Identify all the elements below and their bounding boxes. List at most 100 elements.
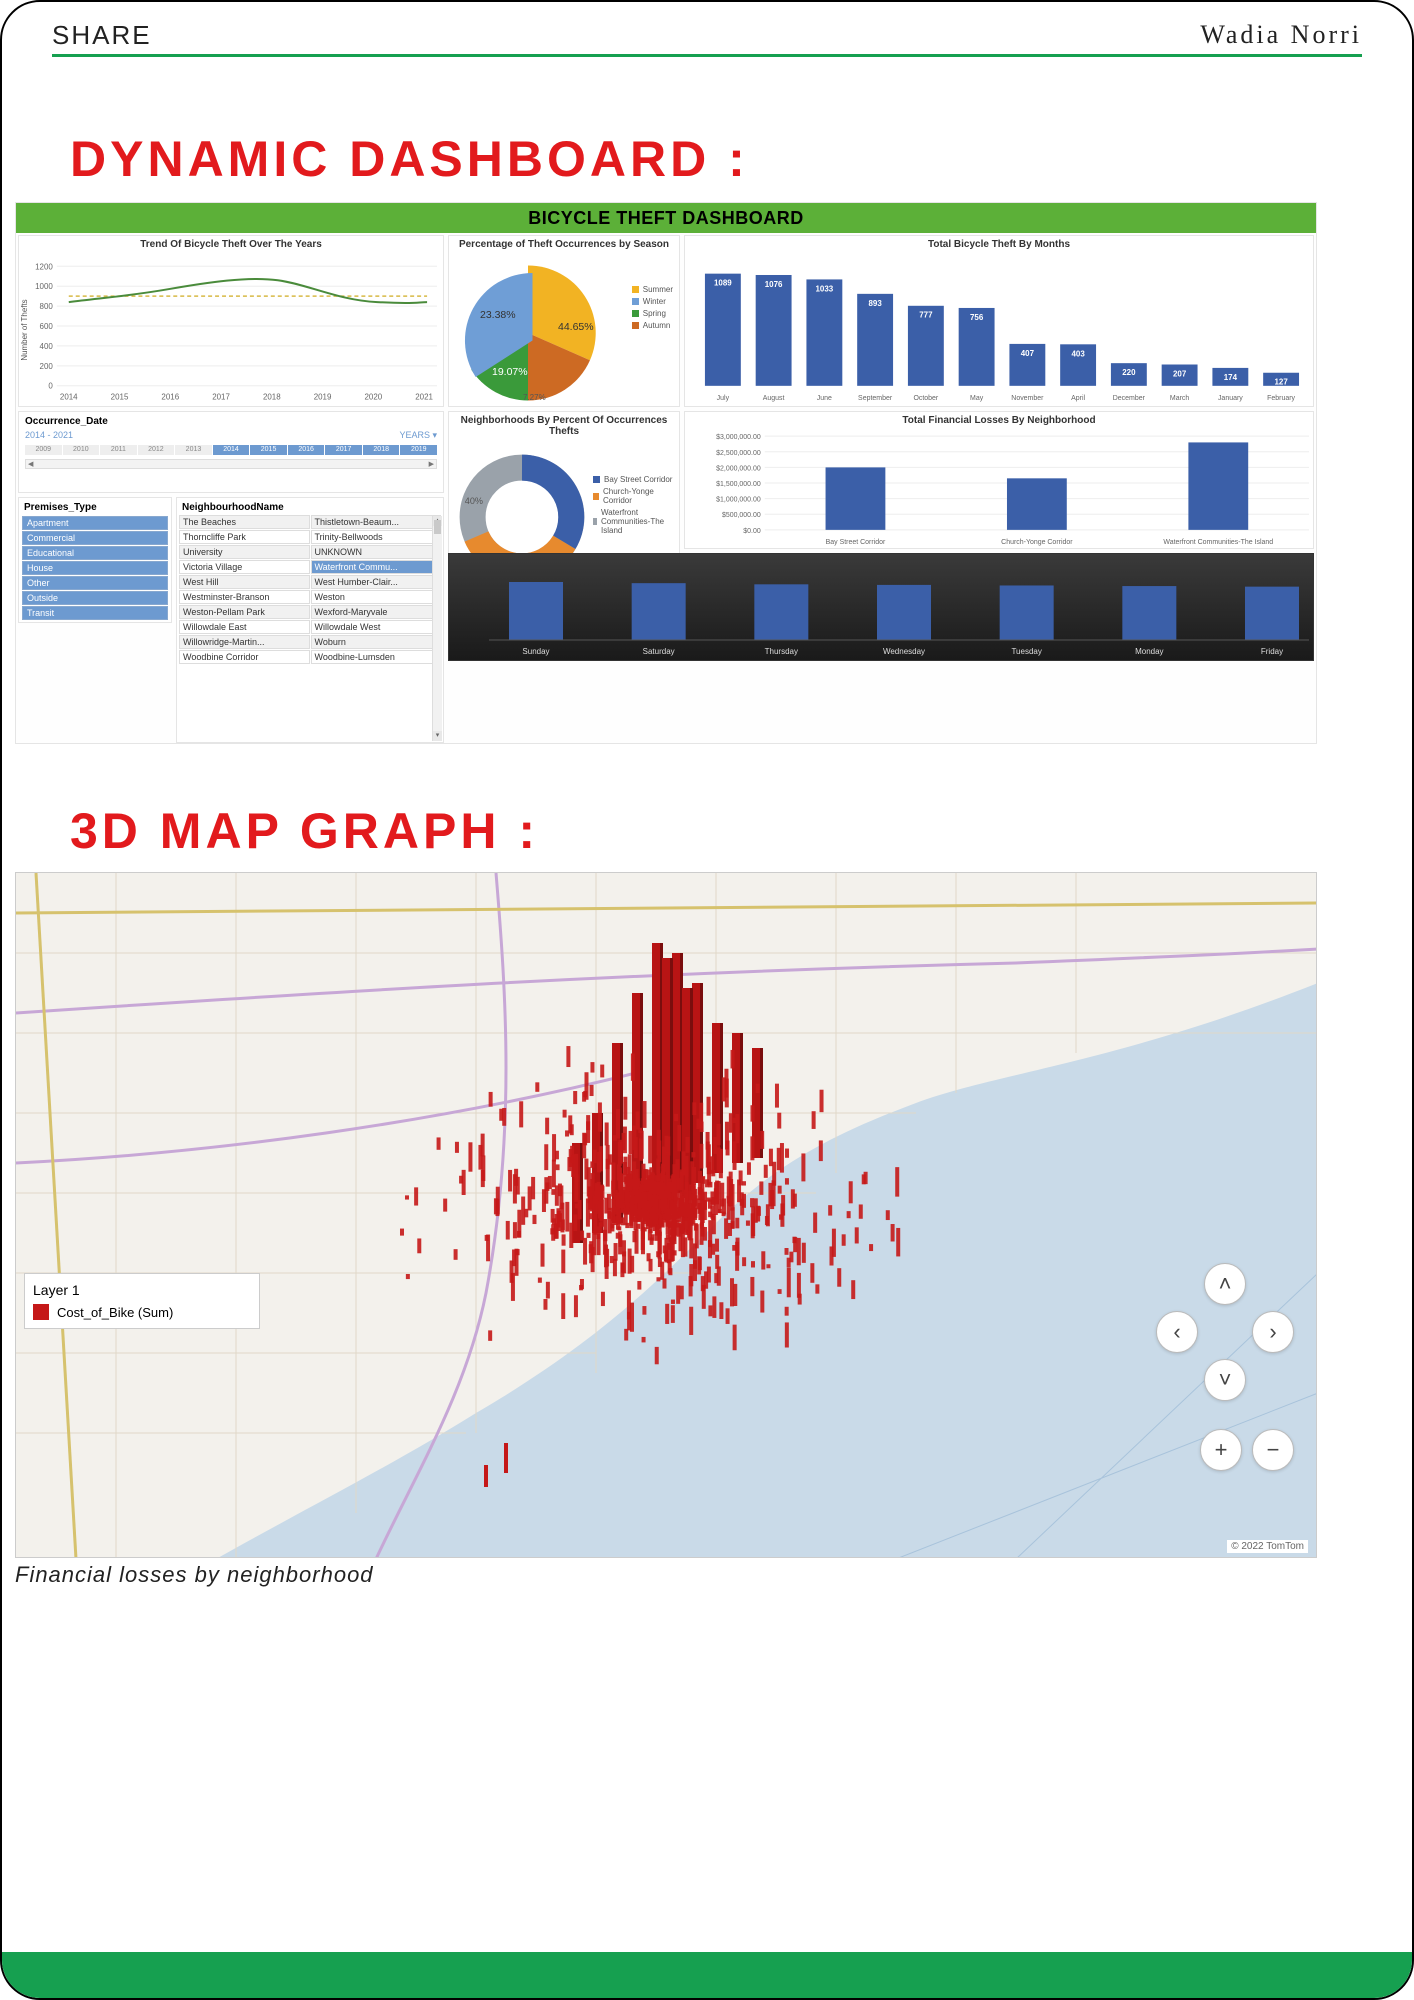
section-title-dashboard: DYNAMIC DASHBOARD : bbox=[70, 130, 749, 188]
slicer-option[interactable]: Waterfront Commu... bbox=[311, 560, 442, 574]
timeline-year[interactable]: 2012 bbox=[138, 445, 175, 455]
slicer-option[interactable]: Trinity-Bellwoods bbox=[311, 530, 442, 544]
slicer-option[interactable]: Willowdale West bbox=[311, 620, 442, 634]
legend-item: Summer bbox=[643, 285, 673, 294]
slicer-option[interactable]: Other bbox=[22, 576, 168, 590]
scrollbar[interactable]: ▴ ▾ bbox=[432, 516, 442, 741]
slicer-option[interactable]: West Hill bbox=[179, 575, 310, 589]
timeline-year[interactable]: 2016 bbox=[288, 445, 325, 455]
svg-text:April: April bbox=[1071, 395, 1085, 402]
slicer-option[interactable]: Commercial bbox=[22, 531, 168, 545]
svg-text:Thursday: Thursday bbox=[765, 647, 798, 656]
svg-text:220: 220 bbox=[1122, 368, 1136, 377]
svg-text:174: 174 bbox=[1224, 373, 1238, 382]
season-legend: Summer Winter Spring Autumn bbox=[632, 282, 673, 333]
svg-text:May: May bbox=[970, 395, 984, 402]
chart-title: Total Financial Losses By Neighborhood bbox=[685, 412, 1313, 429]
financial-chart: $3,000,000.00$2,500,000.00$2,000,000.00$… bbox=[685, 430, 1313, 548]
slicer-option[interactable]: House bbox=[22, 561, 168, 575]
svg-text:June: June bbox=[817, 395, 832, 402]
dashboard-header: BICYCLE THEFT DASHBOARD bbox=[16, 203, 1316, 233]
timeline-year[interactable]: 2013 bbox=[175, 445, 212, 455]
svg-text:Friday: Friday bbox=[1261, 647, 1283, 656]
slicer-option[interactable]: Willowdale East bbox=[179, 620, 310, 634]
slicer-option[interactable]: Outside bbox=[22, 591, 168, 605]
slicer-option[interactable]: Apartment bbox=[22, 516, 168, 530]
svg-text:Sunday: Sunday bbox=[522, 647, 549, 656]
legend-item: Winter bbox=[643, 297, 666, 306]
slicer-premises-type[interactable]: Premises_Type ApartmentCommercialEducati… bbox=[18, 497, 172, 623]
svg-text:$500,000.00: $500,000.00 bbox=[722, 512, 761, 519]
slicer-option[interactable]: Woodbine-Lumsden bbox=[311, 650, 442, 664]
slicer-option[interactable]: University bbox=[179, 545, 310, 559]
slicer-unit: YEARS bbox=[399, 430, 430, 440]
map-copyright: © 2022 TomTom bbox=[1227, 1540, 1308, 1553]
map-canvas bbox=[16, 873, 1317, 1558]
slicer-option[interactable]: Educational bbox=[22, 546, 168, 560]
svg-text:January: January bbox=[1218, 395, 1243, 402]
slicer-option[interactable]: Thistletown-Beaum... bbox=[311, 515, 442, 529]
slicer-option[interactable]: Westminster-Branson bbox=[179, 590, 310, 604]
timeline-year[interactable]: 2009 bbox=[25, 445, 62, 455]
dashboard: BICYCLE THEFT DASHBOARD Trend Of Bicycle… bbox=[15, 202, 1317, 744]
bar bbox=[1007, 478, 1067, 530]
scroll-thumb[interactable] bbox=[434, 520, 441, 534]
map-rotate-left-button[interactable]: ‹ bbox=[1156, 1311, 1198, 1353]
trend-chart: Number of Thefts 1200 1000 800 600 400 2… bbox=[19, 256, 443, 404]
scroll-down-icon[interactable]: ▾ bbox=[433, 731, 442, 741]
slicer-option[interactable]: Thorncliffe Park bbox=[179, 530, 310, 544]
slicer-option[interactable]: Transit bbox=[22, 606, 168, 620]
slicer-occurrence-date[interactable]: Occurrence_Date 2014 - 2021 YEARS ▾ 2009… bbox=[18, 411, 444, 493]
slicer-option[interactable]: Woodbine Corridor bbox=[179, 650, 310, 664]
svg-text:2014: 2014 bbox=[60, 393, 78, 402]
svg-text:200: 200 bbox=[40, 362, 54, 371]
timeline-year[interactable]: 2010 bbox=[63, 445, 100, 455]
pie-label-spring: 19.07% bbox=[492, 366, 528, 378]
map-zoom-out-button[interactable]: − bbox=[1252, 1429, 1294, 1471]
slicer-option[interactable]: Weston-Pellam Park bbox=[179, 605, 310, 619]
slicer-option[interactable]: UNKNOWN bbox=[311, 545, 442, 559]
timeline-year[interactable]: 2017 bbox=[325, 445, 362, 455]
svg-text:Wednesday: Wednesday bbox=[883, 647, 925, 656]
map-tilt-down-button[interactable]: ˅ bbox=[1204, 1359, 1246, 1401]
map-caption: Financial losses by neighborhood bbox=[15, 1562, 374, 1588]
slicer-option[interactable]: The Beaches bbox=[179, 515, 310, 529]
bar bbox=[806, 279, 842, 385]
svg-text:2017: 2017 bbox=[212, 393, 230, 402]
donut-slice-bay bbox=[522, 468, 571, 543]
legend-item: Church-Yonge Corridor bbox=[603, 487, 673, 505]
slicer-option[interactable]: Willowridge-Martin... bbox=[179, 635, 310, 649]
trend-series-line bbox=[69, 279, 427, 303]
svg-text:1000: 1000 bbox=[35, 282, 53, 291]
map-tilt-up-button[interactable]: ˄ bbox=[1204, 1263, 1246, 1305]
svg-text:$3,000,000.00: $3,000,000.00 bbox=[716, 434, 761, 441]
svg-text:1089: 1089 bbox=[714, 279, 732, 288]
map-zoom-in-button[interactable]: + bbox=[1200, 1429, 1242, 1471]
timeline-year[interactable]: 2014 bbox=[213, 445, 250, 455]
slicer-title: Occurrence_Date bbox=[25, 416, 437, 427]
timeline-year[interactable]: 2019 bbox=[400, 445, 437, 455]
pie-label-winter: 7.27% bbox=[523, 393, 546, 402]
svg-text:November: November bbox=[1011, 395, 1044, 402]
slicer-option[interactable]: Weston bbox=[311, 590, 442, 604]
timeline-year[interactable]: 2018 bbox=[363, 445, 400, 455]
map-rotate-right-button[interactable]: › bbox=[1252, 1311, 1294, 1353]
donut-label-bay: 40% bbox=[465, 496, 483, 506]
timeline-year[interactable]: 2015 bbox=[250, 445, 287, 455]
slicer-neighbourhood[interactable]: NeighbourhoodName The BeachesThistletown… bbox=[176, 497, 444, 743]
slicer-timeline[interactable]: 2009201020112012201320142015201620172018… bbox=[25, 445, 437, 455]
bar bbox=[509, 582, 563, 640]
panel-day-of-week: SundaySaturdayThursdayWednesdayTuesdayMo… bbox=[448, 553, 1314, 661]
svg-text:2018: 2018 bbox=[263, 393, 281, 402]
slicer-option[interactable]: West Humber-Clair... bbox=[311, 575, 442, 589]
map-3d[interactable]: Layer 1 Cost_of_Bike (Sum) ˄ ‹ › ˅ + − ©… bbox=[15, 872, 1317, 1558]
top-bar: SHARE Wadia Norri bbox=[52, 20, 1362, 51]
months-chart: 1089July1076August1033June893September77… bbox=[685, 256, 1313, 406]
slicer-option[interactable]: Woburn bbox=[311, 635, 442, 649]
slicer-scrollbar[interactable]: ◀▶ bbox=[25, 459, 437, 469]
timeline-year[interactable]: 2011 bbox=[100, 445, 137, 455]
svg-text:$0.00: $0.00 bbox=[743, 528, 761, 535]
slicer-option[interactable]: Wexford-Maryvale bbox=[311, 605, 442, 619]
slicer-option[interactable]: Victoria Village bbox=[179, 560, 310, 574]
x-axis: 2014 2015 2016 2017 2018 2019 2020 2021 bbox=[60, 393, 434, 402]
